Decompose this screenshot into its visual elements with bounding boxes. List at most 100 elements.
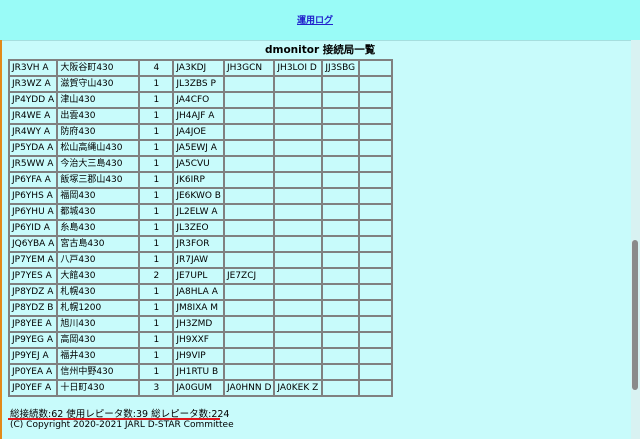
table-row: JP7YES A 大館430 2 JE7UPL JE7ZCJ bbox=[9, 268, 393, 284]
station-cell bbox=[223, 300, 275, 316]
table-row: JP4YDD A 津山430 1 JA4CFO bbox=[9, 92, 393, 108]
empty-cell bbox=[359, 156, 393, 172]
station-cell bbox=[223, 188, 275, 204]
station-cell: JL3ZBS P bbox=[173, 76, 224, 92]
station-cell bbox=[223, 92, 275, 108]
station-cell: JH9VIP bbox=[173, 348, 224, 364]
repeater-name-cell: 福井430 bbox=[57, 348, 140, 364]
table-row: JP6YFA A 飯塚三郡山430 1 JK6IRP bbox=[9, 172, 393, 188]
station-cell: JH9XXF bbox=[173, 332, 224, 348]
repeater-name-cell: 札幌430 bbox=[57, 284, 140, 300]
callsign-cell: JR4WY A bbox=[9, 124, 58, 140]
callsign-cell: JP4YDD A bbox=[9, 92, 58, 108]
station-cell: JA4CFO bbox=[173, 92, 224, 108]
station-cell: JJ3SBG bbox=[322, 60, 360, 76]
station-cell bbox=[322, 188, 360, 204]
connection-count-cell: 1 bbox=[139, 172, 174, 188]
table-row: JP8YDZ B 札幌1200 1 JM8IXA M bbox=[9, 300, 393, 316]
station-cell bbox=[274, 140, 323, 156]
station-cell bbox=[274, 252, 323, 268]
empty-cell bbox=[359, 76, 393, 92]
station-cell bbox=[322, 124, 360, 140]
repeater-name-cell: 飯塚三郡山430 bbox=[57, 172, 140, 188]
station-cell bbox=[322, 172, 360, 188]
empty-cell bbox=[359, 332, 393, 348]
repeater-name-cell: 松山高縄山430 bbox=[57, 140, 140, 156]
station-cell bbox=[322, 380, 360, 396]
callsign-cell: JP6YHS A bbox=[9, 188, 58, 204]
table-row: JR5WW A 今治大三島430 1 JA5CVU bbox=[9, 156, 393, 172]
station-cell bbox=[322, 252, 360, 268]
table-row: JR4WE A 出雲430 1 JH4AJF A bbox=[9, 108, 393, 124]
copyright-line: (C) Copyright 2020-2021 JARL D-STAR Comm… bbox=[10, 420, 234, 430]
callsign-cell: JP7YES A bbox=[9, 268, 58, 284]
table-row: JP6YHU A 都城430 1 JL2ELW A bbox=[9, 204, 393, 220]
table-row: JR3VH A 大阪谷町430 4 JA3KDJ JH3GCN JH3LOI D JJ3SB… bbox=[9, 60, 393, 76]
station-cell bbox=[274, 188, 323, 204]
connection-count-cell: 1 bbox=[139, 204, 174, 220]
station-cell bbox=[274, 284, 323, 300]
station-cell bbox=[223, 204, 275, 220]
station-cell bbox=[223, 348, 275, 364]
station-cell bbox=[274, 236, 323, 252]
top-banner: 運用ログ bbox=[0, 0, 640, 41]
connection-count-cell: 1 bbox=[139, 188, 174, 204]
station-cell bbox=[274, 268, 323, 284]
station-cell: JE6KWO B bbox=[173, 188, 224, 204]
empty-cell bbox=[359, 220, 393, 236]
empty-cell bbox=[359, 316, 393, 332]
connection-count-cell: 1 bbox=[139, 220, 174, 236]
connection-count-cell: 2 bbox=[139, 268, 174, 284]
connection-count-cell: 1 bbox=[139, 92, 174, 108]
station-cell bbox=[322, 204, 360, 220]
connection-count-cell: 1 bbox=[139, 156, 174, 172]
station-cell: JA4JOE bbox=[173, 124, 224, 140]
station-cell bbox=[274, 220, 323, 236]
empty-cell bbox=[359, 108, 393, 124]
callsign-cell: JP6YFA A bbox=[9, 172, 58, 188]
repeater-name-cell: 大阪谷町430 bbox=[57, 60, 140, 76]
station-cell bbox=[223, 316, 275, 332]
callsign-cell: JP9YEG A bbox=[9, 332, 58, 348]
repeater-table: JR3VH A 大阪谷町430 4 JA3KDJ JH3GCN JH3LOI D JJ3SB… bbox=[8, 59, 394, 397]
connection-count-cell: 1 bbox=[139, 284, 174, 300]
station-cell bbox=[223, 124, 275, 140]
connection-count-cell: 1 bbox=[139, 140, 174, 156]
connection-count-cell: 1 bbox=[139, 348, 174, 364]
callsign-cell: JP6YHU A bbox=[9, 204, 58, 220]
station-cell bbox=[223, 140, 275, 156]
table-row: JP8YDZ A 札幌430 1 JA8HLA A bbox=[9, 284, 393, 300]
repeater-name-cell: 防府430 bbox=[57, 124, 140, 140]
empty-cell bbox=[359, 92, 393, 108]
station-cell bbox=[223, 172, 275, 188]
station-cell: JL2ELW A bbox=[173, 204, 224, 220]
callsign-cell: JP8YEE A bbox=[9, 316, 58, 332]
empty-cell bbox=[359, 284, 393, 300]
station-cell: JM8IXA M bbox=[173, 300, 224, 316]
station-cell: JA5CVU bbox=[173, 156, 224, 172]
callsign-cell: JP6YID A bbox=[9, 220, 58, 236]
table-row: JP9YEJ A 福井430 1 JH9VIP bbox=[9, 348, 393, 364]
table-row: JP9YEG A 高岡430 1 JH9XXF bbox=[9, 332, 393, 348]
operation-log-link[interactable]: 運用ログ bbox=[0, 13, 630, 26]
empty-cell bbox=[359, 300, 393, 316]
station-cell: JA5EWJ A bbox=[173, 140, 224, 156]
station-cell: JE7ZCJ bbox=[223, 268, 275, 284]
station-cell bbox=[223, 332, 275, 348]
empty-cell bbox=[359, 236, 393, 252]
connection-count-cell: 1 bbox=[139, 108, 174, 124]
station-cell bbox=[322, 268, 360, 284]
table-row: JQ6YBA A 宮古島430 1 JR3FOR bbox=[9, 236, 393, 252]
station-cell: JK6IRP bbox=[173, 172, 224, 188]
callsign-cell: JP5YDA A bbox=[9, 140, 58, 156]
station-cell: JA0HNN D bbox=[223, 380, 275, 396]
empty-cell bbox=[359, 172, 393, 188]
station-cell bbox=[322, 76, 360, 92]
scrollbar-thumb[interactable] bbox=[632, 240, 638, 390]
empty-cell bbox=[359, 268, 393, 284]
connection-count-cell: 1 bbox=[139, 300, 174, 316]
station-cell bbox=[274, 364, 323, 380]
station-cell bbox=[322, 156, 360, 172]
station-cell bbox=[322, 92, 360, 108]
empty-cell bbox=[359, 380, 393, 396]
